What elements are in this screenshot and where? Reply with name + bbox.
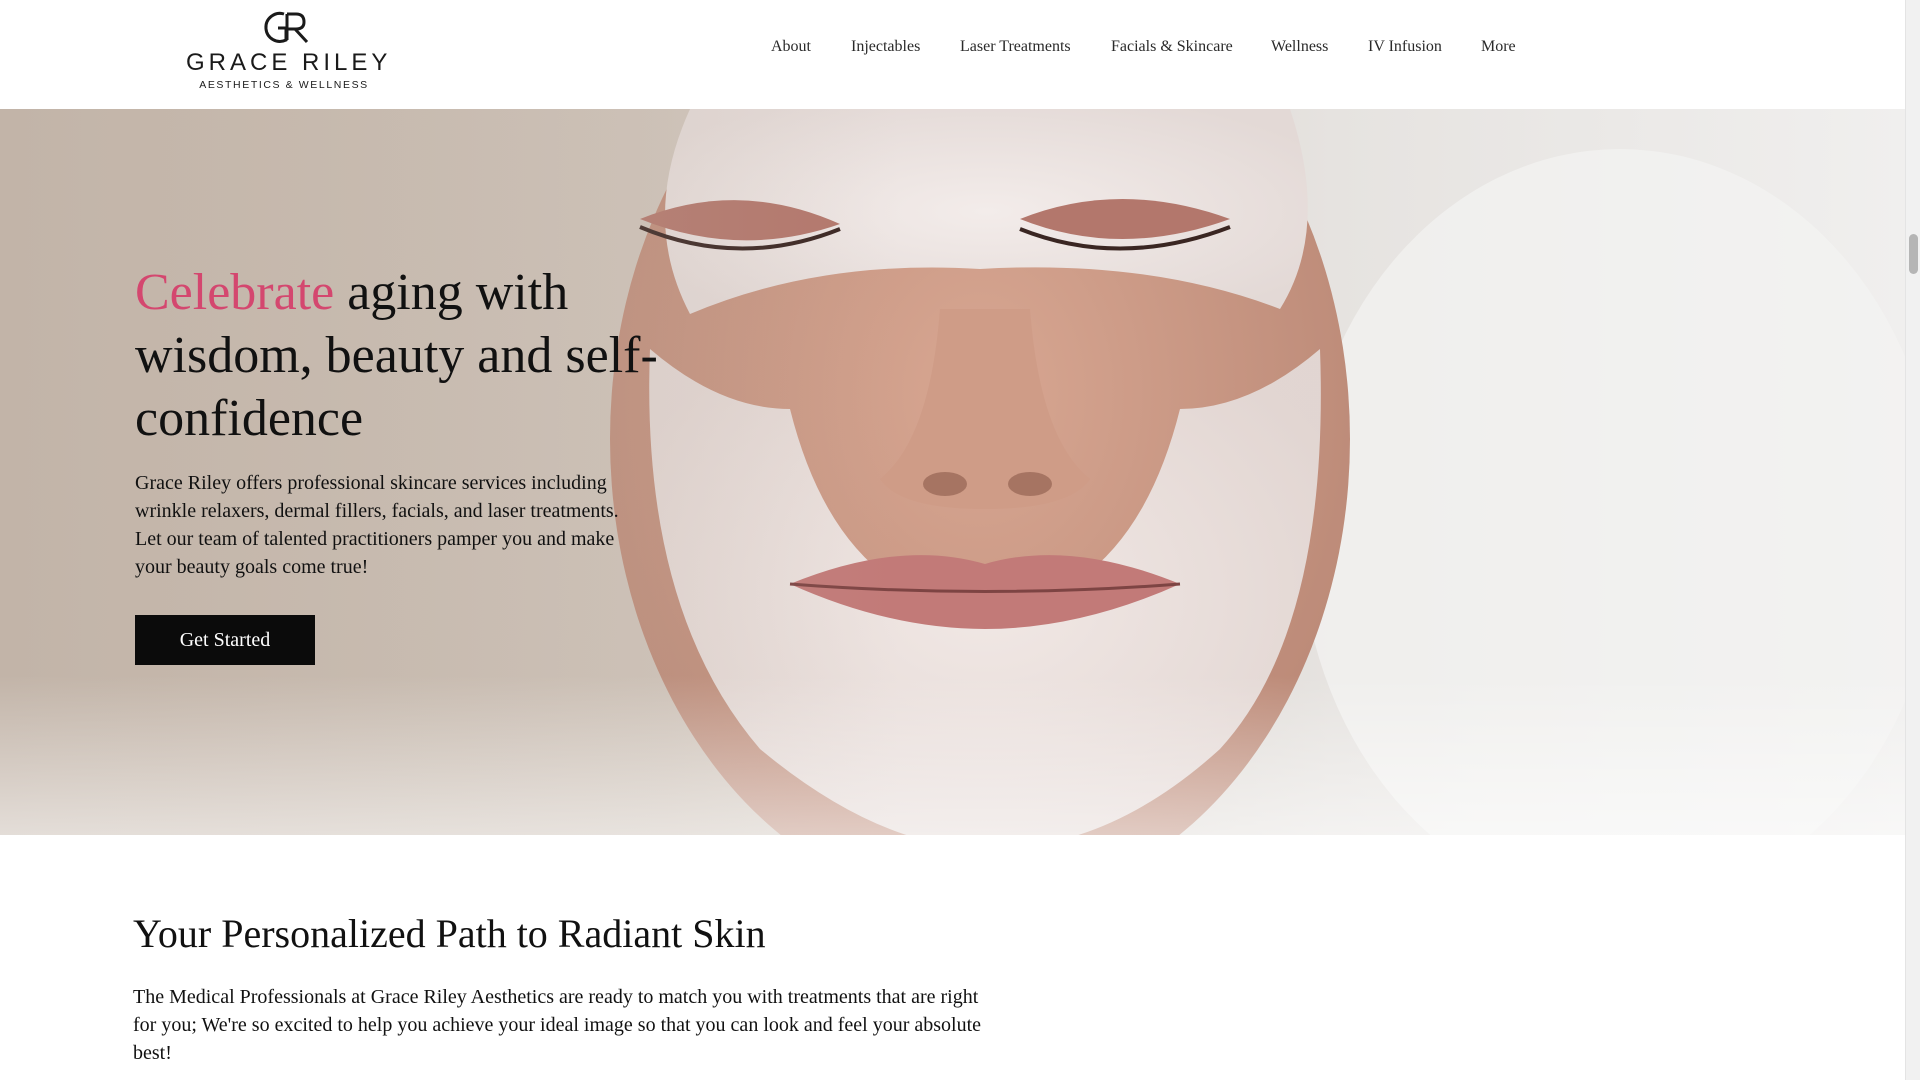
page-scrollbar[interactable]: [1905, 0, 1920, 1080]
nav-item-facials-skincare[interactable]: Facials & Skincare: [1111, 38, 1233, 56]
scrollbar-thumb[interactable]: [1909, 234, 1918, 274]
section-heading: Your Personalized Path to Radiant Skin: [133, 911, 766, 956]
nav-item-injectables[interactable]: Injectables: [851, 38, 920, 56]
main-nav: About Injectables Laser Treatments Facia…: [0, 38, 1905, 62]
hero-description: Grace Riley offers professional skincare…: [135, 472, 619, 578]
nav-item-laser-treatments[interactable]: Laser Treatments: [960, 38, 1071, 56]
nav-item-more[interactable]: More: [1481, 38, 1516, 56]
site-header: GRACE RILEY AESTHETICS & WELLNESS About …: [0, 0, 1905, 109]
hero-headline-accent: Celebrate: [135, 264, 335, 321]
hero-section: Celebrate aging with wisdom, beauty and …: [0, 109, 1905, 835]
hero-headline: Celebrate aging with wisdom, beauty and …: [135, 261, 695, 450]
nav-item-iv-infusion[interactable]: IV Infusion: [1368, 38, 1442, 56]
nav-item-about[interactable]: About: [771, 38, 811, 56]
nav-item-wellness[interactable]: Wellness: [1271, 38, 1328, 56]
brand-tagline: AESTHETICS & WELLNESS: [199, 79, 369, 91]
section-body-text: The Medical Professionals at Grace Riley…: [133, 986, 982, 1064]
get-started-button[interactable]: Get Started: [135, 615, 315, 665]
